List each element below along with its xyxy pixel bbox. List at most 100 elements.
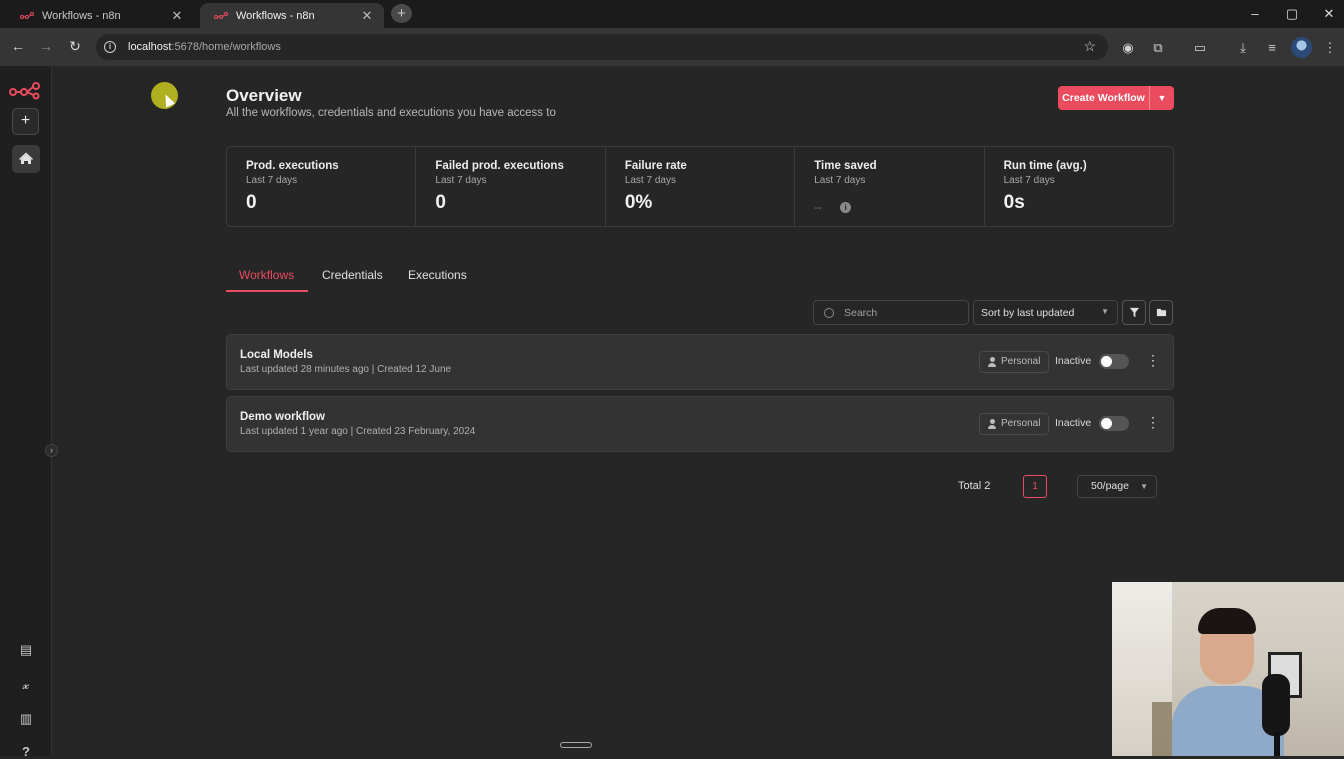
- scroll-handle[interactable]: [560, 742, 592, 748]
- home-icon: [18, 152, 34, 164]
- browser-toolbar: ← → ↻ i localhost:5678/home/workflows ☆ …: [0, 28, 1344, 66]
- tab-workflows[interactable]: Workflows: [226, 268, 308, 292]
- microphone-arm: [1274, 732, 1280, 756]
- profile-avatar[interactable]: [1291, 37, 1312, 58]
- filter-icon: [1129, 307, 1139, 318]
- stat-value: --: [814, 202, 822, 214]
- person-icon: [988, 357, 996, 367]
- url-path: :5678/home/workflows: [171, 41, 281, 53]
- url-host: localhost: [128, 41, 172, 53]
- stat-period: Last 7 days: [1003, 175, 1055, 186]
- new-tab-button[interactable]: +: [391, 4, 412, 23]
- screen-cast-icon[interactable]: ▭: [1192, 40, 1208, 56]
- insights-icon[interactable]: ▥: [16, 711, 36, 727]
- sidebar: + › ▤ 𝔁 ▥ ?: [0, 66, 58, 759]
- extensions-icon[interactable]: ⧉: [1150, 40, 1166, 56]
- stats-panel: Prod. executions Last 7 days 0 Failed pr…: [226, 146, 1174, 227]
- create-workflow-label[interactable]: Create Workflow: [1058, 86, 1150, 110]
- reload-icon[interactable]: ↻: [66, 38, 84, 55]
- stat-prod-executions[interactable]: Prod. executions Last 7 days 0: [227, 147, 417, 226]
- sidebar-collapse-button[interactable]: ›: [45, 444, 58, 457]
- owner-label: Personal: [1001, 418, 1041, 429]
- window-close-icon[interactable]: ✕: [1319, 6, 1339, 22]
- stat-label: Time saved: [814, 160, 877, 172]
- owner-badge: Personal: [979, 351, 1050, 373]
- page-button[interactable]: 1: [1023, 475, 1047, 498]
- active-toggle[interactable]: [1099, 354, 1129, 369]
- stat-label: Prod. executions: [246, 160, 339, 172]
- chevron-down-icon: ▼: [1101, 307, 1109, 316]
- browser-tab-bar: Workflows - n8n ✕ Workflows - n8n ✕ + – …: [0, 0, 1344, 28]
- owner-badge: Personal: [979, 413, 1050, 435]
- help-icon[interactable]: ?: [16, 744, 36, 759]
- n8n-favicon-icon: [214, 11, 228, 19]
- more-options-icon[interactable]: ⋮: [1146, 414, 1160, 430]
- stat-label: Failure rate: [624, 160, 687, 172]
- workflow-card[interactable]: Local Models Last updated 28 minutes ago…: [226, 334, 1174, 390]
- search-input[interactable]: [844, 306, 954, 319]
- forward-icon[interactable]: →: [37, 38, 55, 54]
- page-size-select[interactable]: 50/page ▼: [1077, 475, 1157, 498]
- workflow-name[interactable]: Local Models: [240, 349, 313, 361]
- sidebar-item-home[interactable]: [12, 145, 40, 173]
- stat-period: Last 7 days: [624, 175, 676, 186]
- add-button[interactable]: +: [12, 108, 39, 135]
- download-icon[interactable]: ⤓: [1235, 40, 1251, 56]
- folder-view-button[interactable]: [1149, 300, 1173, 325]
- page-size-label: 50/page: [1091, 480, 1129, 492]
- stat-period: Last 7 days: [246, 175, 298, 186]
- stat-failure-rate[interactable]: Failure rate Last 7 days 0%: [606, 147, 796, 226]
- bookmark-star-icon[interactable]: ☆: [1083, 38, 1096, 55]
- webcam-overlay: [1112, 582, 1344, 756]
- search-icon: [824, 307, 834, 318]
- search-field[interactable]: [813, 300, 969, 325]
- workflow-card[interactable]: Demo workflow Last updated 1 year ago | …: [226, 396, 1174, 452]
- content-tabs: Workflows Credentials Executions: [226, 268, 1174, 292]
- more-options-icon[interactable]: ⋮: [1146, 352, 1160, 368]
- stat-time-saved[interactable]: Time saved Last 7 days -- i: [795, 147, 985, 226]
- browser-menu-icon[interactable]: ⋮: [1322, 40, 1338, 56]
- stat-failed-executions[interactable]: Failed prod. executions Last 7 days 0: [416, 147, 606, 226]
- chevron-down-icon[interactable]: ▼: [1150, 86, 1174, 110]
- stat-value: 0: [435, 192, 446, 213]
- maximize-icon[interactable]: ▢: [1282, 6, 1302, 22]
- browser-tab-active[interactable]: Workflows - n8n ✕: [200, 3, 384, 28]
- folder-icon: [1156, 308, 1166, 317]
- browser-tab-title: Workflows - n8n: [42, 9, 121, 22]
- minimize-icon[interactable]: –: [1245, 6, 1265, 21]
- media-control-icon[interactable]: ≡: [1264, 40, 1280, 55]
- variables-icon[interactable]: 𝔁: [16, 677, 36, 693]
- back-icon[interactable]: ←: [9, 38, 27, 54]
- sort-label: Sort by last updated: [981, 306, 1075, 319]
- site-info-icon[interactable]: i: [104, 41, 116, 53]
- close-tab-icon[interactable]: ✕: [170, 8, 184, 24]
- password-manager-icon[interactable]: ◉: [1120, 40, 1136, 56]
- tab-executions[interactable]: Executions: [408, 268, 467, 292]
- workflow-meta: Last updated 1 year ago | Created 23 Feb…: [240, 426, 476, 437]
- page-title: Overview: [226, 86, 302, 105]
- stat-value: 0: [246, 192, 257, 213]
- filter-button[interactable]: [1122, 300, 1146, 325]
- workflow-name[interactable]: Demo workflow: [240, 411, 325, 423]
- n8n-logo-icon[interactable]: [8, 78, 44, 100]
- tab-credentials[interactable]: Credentials: [322, 268, 383, 292]
- info-icon[interactable]: i: [840, 202, 852, 213]
- webcam-person-hair: [1198, 608, 1256, 634]
- sort-select[interactable]: Sort by last updated ▼: [973, 300, 1118, 325]
- templates-icon[interactable]: ▤: [16, 642, 36, 658]
- person-icon: [988, 419, 996, 429]
- create-workflow-button[interactable]: Create Workflow ▼: [1058, 86, 1174, 110]
- status-label: Inactive: [1055, 417, 1092, 429]
- active-toggle[interactable]: [1099, 416, 1129, 431]
- stat-period: Last 7 days: [435, 175, 487, 186]
- workflow-meta: Last updated 28 minutes ago | Created 12…: [240, 364, 452, 375]
- status-label: Inactive: [1055, 355, 1092, 367]
- browser-tab-title: Workflows - n8n: [236, 9, 315, 22]
- close-tab-icon[interactable]: ✕: [360, 8, 374, 24]
- stat-run-time[interactable]: Run time (avg.) Last 7 days 0s: [985, 147, 1173, 226]
- stat-value: 0s: [1003, 192, 1025, 213]
- browser-tab[interactable]: Workflows - n8n ✕: [6, 3, 194, 28]
- microphone: [1262, 674, 1290, 736]
- stat-label: Failed prod. executions: [435, 160, 564, 172]
- address-bar[interactable]: i localhost:5678/home/workflows ☆: [96, 34, 1108, 60]
